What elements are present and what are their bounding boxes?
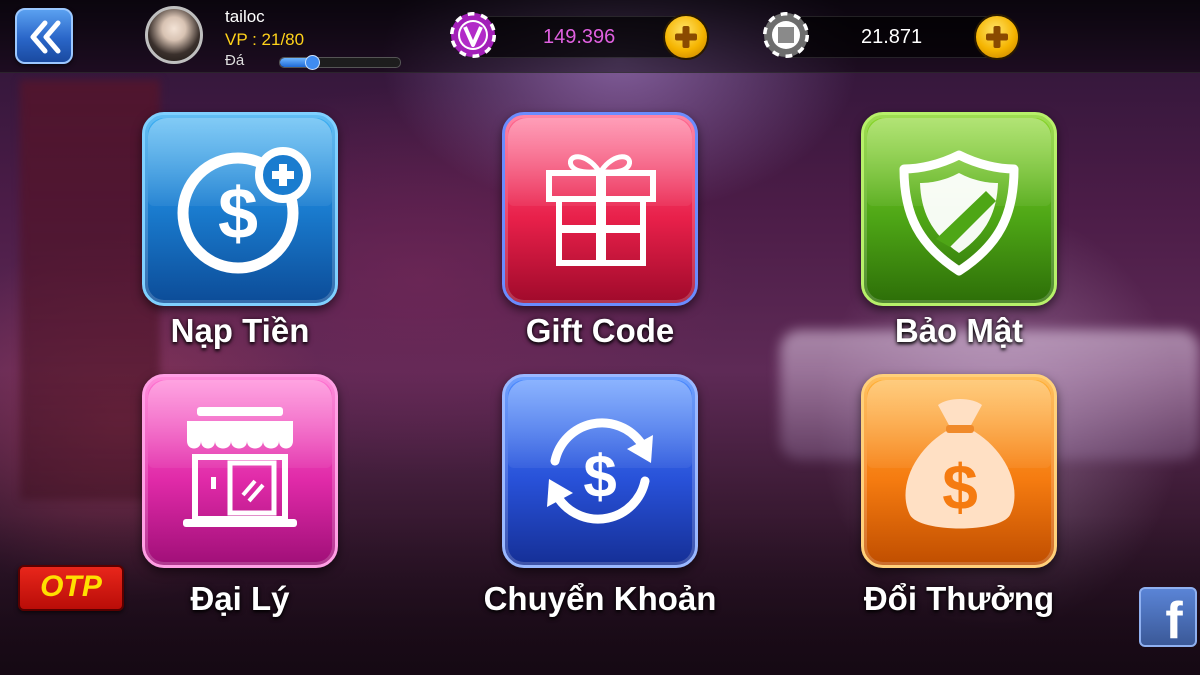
- svg-text:$: $: [218, 174, 258, 254]
- facebook-icon: f: [1165, 592, 1183, 647]
- nap-tien-button[interactable]: $: [142, 112, 338, 306]
- shield-icon: [899, 150, 1019, 276]
- gift-code-button[interactable]: [502, 112, 698, 306]
- top-bar: tailoc VP : 21/80 Đá 149.396 21.871: [0, 0, 1200, 73]
- dai-ly-label: Đại Lý: [190, 580, 290, 617]
- add-chip-button[interactable]: [974, 14, 1020, 60]
- vcoin-chip-icon: [450, 12, 496, 58]
- chuyen-khoan-button[interactable]: $: [502, 374, 698, 568]
- background-wall: [20, 80, 160, 500]
- gift-icon: [546, 154, 656, 266]
- dai-ly-button[interactable]: [142, 374, 338, 568]
- double-chevron-left-icon: [30, 20, 61, 54]
- back-button[interactable]: [15, 8, 73, 64]
- svg-text:$: $: [583, 443, 616, 510]
- doi-thuong-label: Đổi Thưởng: [863, 580, 1055, 617]
- add-vcoin-button[interactable]: [663, 14, 709, 60]
- vp-level: VP : 21/80: [225, 30, 305, 49]
- storefront-icon: [183, 407, 297, 527]
- nap-tien-label: Nạp Tiền: [170, 312, 310, 349]
- money-bag-icon: $: [905, 399, 1015, 529]
- vp-progress-bar: [279, 55, 401, 70]
- silver-chip-icon: [763, 12, 809, 58]
- bao-mat-button[interactable]: [861, 112, 1057, 306]
- rank-label: Đá: [225, 52, 245, 69]
- svg-text:$: $: [942, 451, 978, 523]
- vp-progress-knob: [304, 55, 320, 70]
- chip-amount: 21.871: [861, 26, 923, 48]
- vcoin-balance: 149.396: [450, 12, 709, 60]
- avatar[interactable]: [145, 6, 203, 64]
- chip-balance: 21.871: [763, 12, 1020, 60]
- gift-code-label: Gift Code: [525, 312, 675, 349]
- bao-mat-label: Bảo Mật: [894, 312, 1024, 349]
- chuyen-khoan-label: Chuyển Khoản: [483, 580, 717, 617]
- doi-thuong-button[interactable]: $: [861, 374, 1057, 568]
- username: tailoc: [225, 7, 265, 26]
- facebook-button[interactable]: f: [1139, 587, 1197, 647]
- dollar-plus-icon: $: [177, 147, 311, 274]
- dollar-transfer-icon: $: [547, 418, 653, 524]
- otp-button[interactable]: OTP: [18, 565, 124, 611]
- vcoin-amount: 149.396: [543, 26, 616, 48]
